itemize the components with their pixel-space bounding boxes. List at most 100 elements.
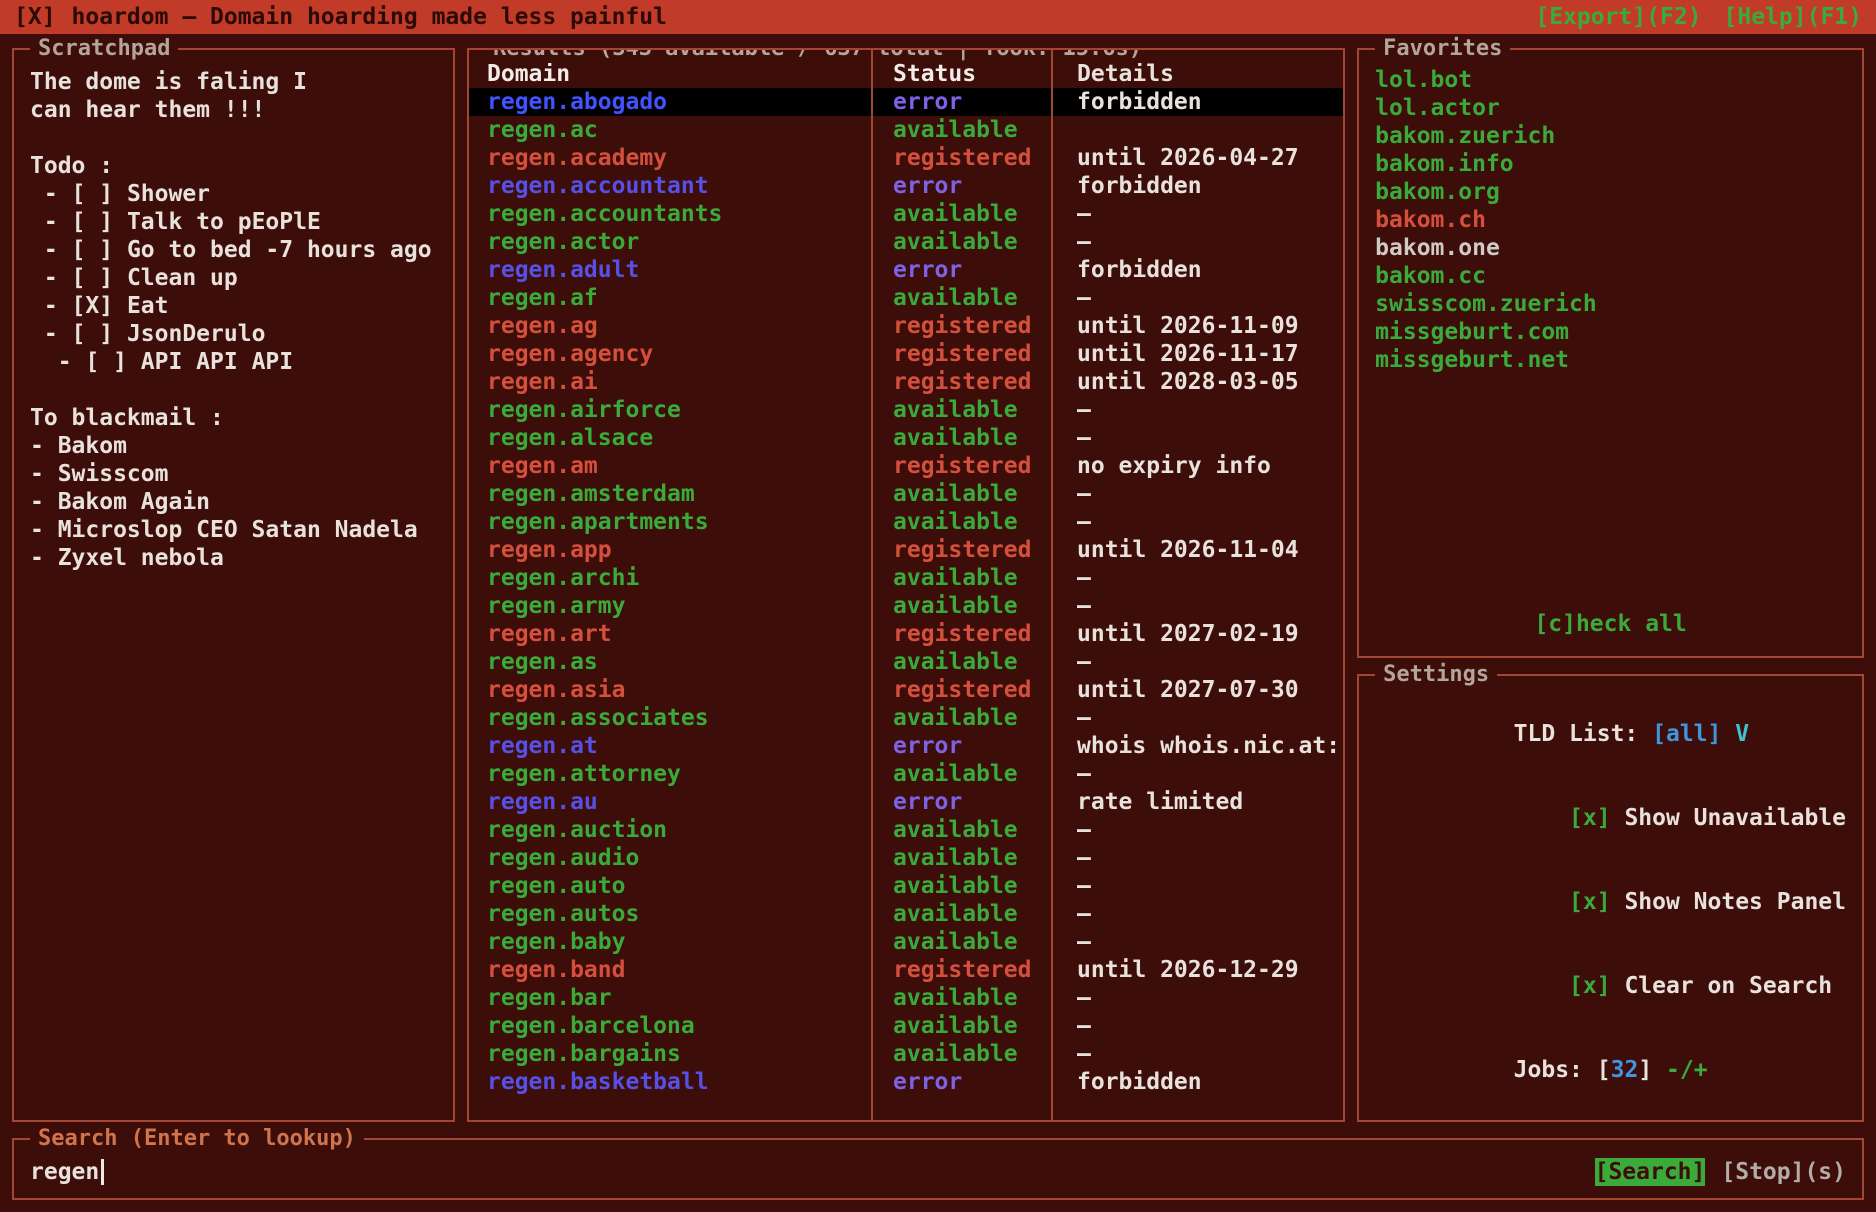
jobs-value: 32 — [1611, 1057, 1639, 1083]
table-row[interactable]: regen.audio available – ✔ — [469, 844, 1343, 872]
details-cell: – — [1051, 872, 1343, 900]
close-button[interactable]: [X] — [14, 3, 56, 31]
checkbox-state-icon: [x] — [1569, 889, 1624, 915]
favorite-item[interactable]: missgeburt.com — [1375, 318, 1846, 346]
table-row[interactable]: regen.adult error forbidden ! — [469, 256, 1343, 284]
details-cell: until 2026-11-04 — [1051, 536, 1343, 564]
export-button[interactable]: [Export](F2) — [1535, 3, 1701, 31]
table-row[interactable]: regen.bargains available – ✔ — [469, 1040, 1343, 1068]
check-all-button[interactable]: [c]heck all — [1375, 610, 1846, 644]
table-row[interactable]: regen.actor available – ✔ — [469, 228, 1343, 256]
checkbox-state-icon: [x] — [1569, 805, 1624, 831]
details-cell: – — [1051, 508, 1343, 536]
favorite-item[interactable]: lol.actor — [1375, 94, 1846, 122]
table-row[interactable]: regen.band registered until 2026-12-29 ✗ — [469, 956, 1343, 984]
jobs-controls[interactable]: -/+ — [1666, 1057, 1708, 1083]
favorite-item[interactable]: bakom.org — [1375, 178, 1846, 206]
table-row[interactable]: regen.accountant error forbidden ! — [469, 172, 1343, 200]
table-row[interactable]: regen.ai registered until 2028-03-05 ✗ — [469, 368, 1343, 396]
table-row[interactable]: regen.archi available – ✔ — [469, 564, 1343, 592]
details-cell: – — [1051, 648, 1343, 676]
table-row[interactable]: regen.barcelona available – ✔ — [469, 1012, 1343, 1040]
domain-cell: regen.asia — [469, 676, 871, 704]
table-row[interactable]: regen.bar available – ✔ — [469, 984, 1343, 1012]
domain-cell: regen.bargains — [469, 1040, 871, 1068]
details-cell: – — [1051, 900, 1343, 928]
status-cell: available — [871, 928, 1051, 956]
details-cell: – — [1051, 200, 1343, 228]
details-cell: forbidden — [1051, 88, 1343, 116]
table-row[interactable]: regen.basketball error forbidden ! — [469, 1068, 1343, 1096]
settings-checkbox[interactable]: [x] Clear on Search — [1375, 944, 1846, 1028]
table-row[interactable]: regen.academy registered until 2026-04-2… — [469, 144, 1343, 172]
details-cell: until 2028-03-05 — [1051, 368, 1343, 396]
table-row[interactable]: regen.abogado error forbidden ! — [469, 88, 1343, 116]
table-row[interactable]: regen.accountants available – ✔ — [469, 200, 1343, 228]
domain-cell: regen.auto — [469, 872, 871, 900]
domain-cell: regen.attorney — [469, 760, 871, 788]
table-row[interactable]: regen.ag registered until 2026-11-09 ✗ — [469, 312, 1343, 340]
table-row[interactable]: regen.auto available – ✔ — [469, 872, 1343, 900]
favorite-item[interactable]: bakom.zuerich — [1375, 122, 1846, 150]
details-cell: until 2027-02-19 — [1051, 620, 1343, 648]
table-row[interactable]: regen.amsterdam available – ✔ — [469, 480, 1343, 508]
favorite-item[interactable]: missgeburt.net — [1375, 346, 1846, 374]
jobs-bracket-close: ] — [1638, 1057, 1666, 1083]
scratchpad-notes[interactable]: The dome is faling I can hear them !!! T… — [14, 50, 453, 590]
table-row[interactable]: regen.ac available ✔ — [469, 116, 1343, 144]
status-cell: available — [871, 228, 1051, 256]
favorite-item[interactable]: lol.bot — [1375, 66, 1846, 94]
table-row[interactable]: regen.am registered no expiry info ✗ — [469, 452, 1343, 480]
settings-checkbox-group: [x] Show Unavailable [x] Show Notes Pane… — [1375, 776, 1846, 1028]
text-cursor — [101, 1159, 104, 1185]
table-row[interactable]: regen.as available – ✔ — [469, 648, 1343, 676]
details-cell: – — [1051, 1040, 1343, 1068]
table-row[interactable]: regen.associates available – ✔ — [469, 704, 1343, 732]
domain-cell: regen.associates — [469, 704, 871, 732]
status-cell: error — [871, 88, 1051, 116]
table-row[interactable]: regen.baby available – ✔ — [469, 928, 1343, 956]
table-row[interactable]: regen.agency registered until 2026-11-17… — [469, 340, 1343, 368]
details-cell: – — [1051, 424, 1343, 452]
table-row[interactable]: regen.art registered until 2027-02-19 ✗ — [469, 620, 1343, 648]
details-cell: until 2027-07-30 — [1051, 676, 1343, 704]
favorite-item[interactable]: bakom.info — [1375, 150, 1846, 178]
table-row[interactable]: regen.alsace available – ✔ — [469, 424, 1343, 452]
table-row[interactable]: regen.airforce available – ✔ — [469, 396, 1343, 424]
tld-selector[interactable]: TLD List: [all] V — [1375, 692, 1846, 776]
settings-checkbox[interactable]: [x] Show Notes Panel — [1375, 860, 1846, 944]
table-row[interactable]: regen.au error rate limited ! — [469, 788, 1343, 816]
favorite-item[interactable]: bakom.one — [1375, 234, 1846, 262]
table-row[interactable]: regen.army available – ✔ — [469, 592, 1343, 620]
table-row[interactable]: regen.attorney available – ✔ — [469, 760, 1343, 788]
domain-cell: regen.alsace — [469, 424, 871, 452]
status-cell: available — [871, 564, 1051, 592]
status-cell: registered — [871, 368, 1051, 396]
settings-checkbox[interactable]: [x] Show Unavailable — [1375, 776, 1846, 860]
table-row[interactable]: regen.at error whois whois.nic.at: rea… … — [469, 732, 1343, 760]
details-cell: – — [1051, 760, 1343, 788]
favorite-item[interactable]: swisscom.zuerich — [1375, 290, 1846, 318]
table-row[interactable]: regen.auction available – ✔ — [469, 816, 1343, 844]
domain-cell: regen.academy — [469, 144, 871, 172]
table-row[interactable]: regen.app registered until 2026-11-04 ✗ — [469, 536, 1343, 564]
scratchpad-panel: Scratchpad The dome is faling I can hear… — [12, 48, 455, 1122]
table-row[interactable]: regen.apartments available – ✔ — [469, 508, 1343, 536]
search-input[interactable]: regen — [30, 1158, 99, 1186]
stop-button[interactable]: [Stop](s) — [1721, 1158, 1846, 1186]
domain-cell: regen.actor — [469, 228, 871, 256]
status-cell: available — [871, 592, 1051, 620]
help-button[interactable]: [Help](F1) — [1724, 3, 1862, 31]
table-row[interactable]: regen.af available – ✔ — [469, 284, 1343, 312]
checkbox-state-icon: [x] — [1569, 973, 1624, 999]
table-row[interactable]: regen.autos available – ✔ — [469, 900, 1343, 928]
domain-cell: regen.apartments — [469, 508, 871, 536]
settings-title: Settings — [1375, 661, 1497, 689]
search-button[interactable]: [Search] — [1595, 1158, 1706, 1186]
favorite-item[interactable]: bakom.cc — [1375, 262, 1846, 290]
domain-cell: regen.baby — [469, 928, 871, 956]
favorite-item[interactable]: bakom.ch — [1375, 206, 1846, 234]
table-row[interactable]: regen.asia registered until 2027-07-30 ✗ — [469, 676, 1343, 704]
favorites-title: Favorites — [1375, 35, 1510, 63]
jobs-stepper[interactable]: Jobs: [32] -/+ — [1375, 1028, 1846, 1112]
